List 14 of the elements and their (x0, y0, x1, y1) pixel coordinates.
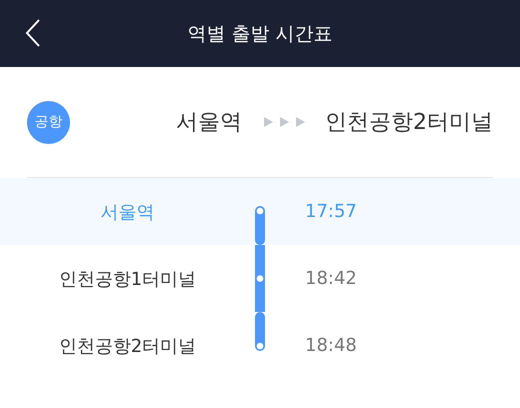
station-name: 서울역 (100, 200, 156, 224)
screen-title: 역별 출발 시간표 (187, 22, 333, 46)
departure-time: 18:48 (304, 335, 358, 356)
direction-arrows-icon (264, 117, 305, 127)
origin-station: 서울역 (175, 109, 242, 137)
station-name: 인천공항2터미널 (58, 334, 198, 358)
stop-row[interactable]: 인천공항2터미널 18:48 (0, 312, 520, 379)
departure-time: 18:42 (304, 268, 358, 289)
back-icon (25, 19, 41, 47)
destination-station: 인천공항2터미널 (325, 109, 493, 137)
station-name: 인천공항1터미널 (58, 268, 198, 290)
airport-badge: 공항 (27, 100, 70, 144)
stop-row[interactable]: 인천공항1터미널 18:42 (0, 245, 520, 312)
departure-time: 17:57 (304, 201, 358, 222)
